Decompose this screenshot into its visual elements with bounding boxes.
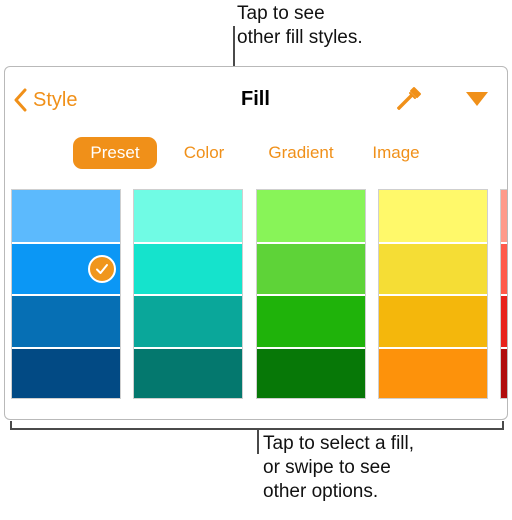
chevron-left-icon <box>14 88 27 112</box>
swatch-green-1[interactable] <box>257 190 365 244</box>
eyedropper-button[interactable] <box>395 85 423 113</box>
swatch-red-1[interactable] <box>501 190 507 244</box>
swatch-green-2[interactable] <box>257 242 365 296</box>
swatch-column-blue <box>11 189 121 399</box>
swatch-red-3[interactable] <box>501 295 507 349</box>
callout-line: other fill styles. <box>237 27 363 48</box>
tab-preset[interactable]: Preset <box>73 137 157 169</box>
swatch-divider <box>134 294 242 296</box>
swatch-divider <box>257 294 365 296</box>
swatch-divider <box>501 346 507 349</box>
callout-tap-to-select-fill: Tap to select a fill, or swipe to see ot… <box>263 432 503 504</box>
swatch-divider <box>379 346 487 349</box>
swatch-divider <box>379 294 487 296</box>
callout-line: Tap to select a fill, <box>263 433 415 454</box>
swatch-blue-1[interactable] <box>12 190 120 244</box>
swatch-teal-2[interactable] <box>134 242 242 296</box>
swatch-divider <box>12 241 120 244</box>
tab-gradient[interactable]: Gradient <box>253 137 349 169</box>
swatch-column-red <box>500 189 507 399</box>
tab-image[interactable]: Image <box>359 137 433 169</box>
swatch-teal-4[interactable] <box>134 347 242 398</box>
swatch-green-4[interactable] <box>257 347 365 398</box>
callout-tap-to-see-fill-styles: Tap to see other fill styles. <box>237 2 497 50</box>
callout-line: Tap to see <box>237 3 325 24</box>
swatch-red-2[interactable] <box>501 242 507 296</box>
swatch-teal-3[interactable] <box>134 295 242 349</box>
swatch-divider <box>12 346 120 349</box>
swatch-blue-3[interactable] <box>12 295 120 349</box>
swatch-column-yellow <box>378 189 488 399</box>
back-label: Style <box>33 88 78 111</box>
triangle-down-icon <box>466 92 488 106</box>
preset-swatch-grid[interactable] <box>11 189 507 399</box>
swatch-divider <box>379 241 487 244</box>
swatch-yellow-4[interactable] <box>379 347 487 398</box>
swatch-divider <box>501 294 507 296</box>
panel-title: Fill <box>241 88 270 110</box>
selected-checkmark-icon <box>88 254 116 283</box>
swatch-green-3[interactable] <box>257 295 365 349</box>
swatch-blue-4[interactable] <box>12 347 120 398</box>
swatch-divider <box>134 241 242 244</box>
fill-popover: Style Fill Preset Color Gradient Image <box>4 66 508 420</box>
swatch-divider <box>257 241 365 244</box>
swatches-bracket-left-tick <box>10 421 12 430</box>
swatch-yellow-2[interactable] <box>379 242 487 296</box>
swatches-bracket-right-tick <box>502 421 504 430</box>
swatch-column-teal <box>133 189 243 399</box>
callout-leader-bottom <box>257 428 259 454</box>
back-button[interactable]: Style <box>13 87 77 113</box>
callout-line: other options. <box>263 481 379 502</box>
swatch-yellow-1[interactable] <box>379 190 487 244</box>
fill-type-tabs: Preset Color Gradient Image <box>73 137 433 169</box>
swatch-divider <box>257 346 365 349</box>
swatch-divider <box>12 294 120 296</box>
tab-color[interactable]: Color <box>169 137 239 169</box>
swatch-column-green <box>256 189 366 399</box>
swatch-red-4[interactable] <box>501 347 507 398</box>
swatch-teal-1[interactable] <box>134 190 242 244</box>
eyedropper-icon <box>397 87 421 110</box>
swatch-divider <box>134 346 242 349</box>
collapse-button[interactable] <box>464 89 490 109</box>
swatch-divider <box>501 241 507 244</box>
callout-line: or swipe to see <box>263 457 391 478</box>
swatch-yellow-3[interactable] <box>379 295 487 349</box>
